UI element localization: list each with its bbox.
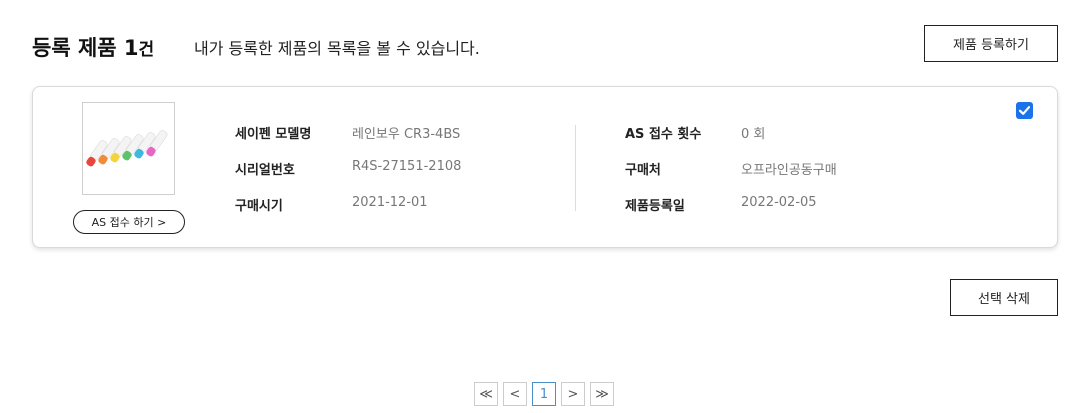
delete-selected-button[interactable]: 선택 삭제 <box>950 279 1058 316</box>
page-header: 등록 제품 1건 내가 등록한 제품의 목록을 볼 수 있습니다. 제품 등록하… <box>32 25 1058 64</box>
as-count-label: AS 접수 횟수 <box>625 127 702 142</box>
registered-date-value: 2022-02-05 <box>741 195 817 210</box>
last-page-button[interactable]: ≫ <box>590 382 614 406</box>
pagination: ≪ < 1 > ≫ <box>474 382 614 406</box>
page-title: 등록 제품 1건 <box>32 32 154 62</box>
serial-label: 시리얼번호 <box>235 163 295 178</box>
purchase-date-label: 구매시기 <box>235 199 283 214</box>
model-value: 레인보우 CR3-4BS <box>352 127 461 142</box>
first-page-button[interactable]: ≪ <box>474 382 498 406</box>
pen-set-image <box>86 130 168 167</box>
info-divider <box>575 125 576 211</box>
as-request-button[interactable]: AS 접수 하기 > <box>73 210 185 234</box>
count-unit: 건 <box>138 40 155 60</box>
model-label: 세이펜 모델명 <box>235 127 312 142</box>
next-page-button[interactable]: > <box>561 382 585 406</box>
registered-count: 1 <box>123 36 139 60</box>
prev-page-button[interactable]: < <box>503 382 527 406</box>
title-prefix: 등록 제품 <box>32 36 124 60</box>
purchase-date-value: 2021-12-01 <box>352 195 428 210</box>
store-value: 오프라인공동구매 <box>741 163 837 178</box>
product-card: AS 접수 하기 > 세이펜 모델명 레인보우 CR3-4BS 시리얼번호 R4… <box>32 86 1058 248</box>
product-thumbnail <box>82 102 175 195</box>
product-select-checkbox[interactable] <box>1016 102 1033 119</box>
as-count-value: 0 회 <box>741 127 766 142</box>
serial-value: R4S-27151-2108 <box>352 159 462 174</box>
register-product-button[interactable]: 제품 등록하기 <box>924 25 1058 62</box>
registered-date-label: 제품등록일 <box>625 199 685 214</box>
page-number-current[interactable]: 1 <box>532 382 556 406</box>
store-label: 구매처 <box>625 163 661 178</box>
checkmark-icon <box>1018 106 1031 115</box>
page-subtitle: 내가 등록한 제품의 목록을 볼 수 있습니다. <box>194 39 480 58</box>
